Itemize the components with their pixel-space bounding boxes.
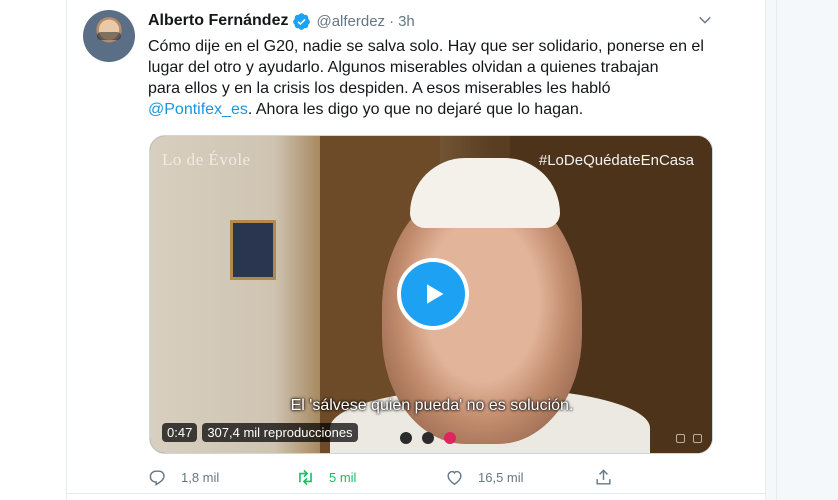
- video-duration: 0:47: [162, 423, 198, 442]
- retweet-icon: [299, 469, 312, 485]
- tweet-divider: [66, 493, 765, 494]
- tweet-text: Cómo dije en el G20, nadie se salva solo…: [148, 36, 758, 120]
- sidebar-card: [776, 0, 838, 500]
- play-icon[interactable]: [397, 258, 469, 330]
- retweet-button[interactable]: 5 mil: [296, 465, 356, 489]
- share-button[interactable]: [594, 465, 627, 489]
- like-count: 16,5 mil: [478, 469, 524, 485]
- tweet-text-line: para ellos y en la crisis los despiden. …: [148, 80, 611, 97]
- video-hashtag: #LoDeQuédateEnCasa: [538, 152, 694, 169]
- video-view-count: 307,4 mil reproducciones: [202, 423, 358, 442]
- avatar[interactable]: [83, 10, 135, 62]
- video-figure: [410, 158, 560, 228]
- author-handle[interactable]: @alferdez: [316, 13, 385, 30]
- reply-icon: [149, 469, 165, 486]
- chevron-down-icon[interactable]: [696, 11, 714, 29]
- video-subtitle: El 'sálvese quien pueda' no es solución.: [290, 397, 574, 414]
- right-sidebar: [766, 0, 838, 500]
- like-button[interactable]: 16,5 mil: [445, 465, 524, 489]
- video-frame-controls: [676, 434, 702, 443]
- retweet-count: 5 mil: [329, 469, 357, 485]
- tweet-text-line: lugar del otro y ayudarlo. Algunos miser…: [148, 59, 659, 76]
- reply-button[interactable]: 1,8 mil: [148, 465, 219, 489]
- tweet[interactable]: Alberto Fernández @alferdez · 3h Cómo di…: [67, 0, 765, 493]
- tweet-text-line: @Pontifex_es. Ahora les digo yo que no d…: [148, 99, 758, 120]
- camera-icon: [422, 432, 434, 444]
- author-name[interactable]: Alberto Fernández: [148, 12, 288, 30]
- share-icon: [596, 468, 611, 485]
- tweet-timestamp[interactable]: 3h: [398, 13, 415, 30]
- video-call-controls: [400, 432, 456, 444]
- tweet-text-line: Cómo dije en el G20, nadie se salva solo…: [148, 38, 704, 55]
- reply-count: 1,8 mil: [181, 469, 220, 485]
- video-painting: [230, 220, 276, 280]
- video-brand-watermark: Lo de Évole: [162, 150, 251, 169]
- header-separator: ·: [389, 12, 395, 30]
- mic-icon: [400, 432, 412, 444]
- tweet-header: Alberto Fernández @alferdez · 3h: [148, 11, 415, 31]
- tweet-text-fragment: . Ahora les digo yo que no dejaré que lo…: [247, 101, 584, 118]
- heart-icon: [447, 470, 462, 485]
- video-player[interactable]: Lo de Évole #LoDeQuédateEnCasa El 'sálve…: [149, 135, 713, 454]
- verified-badge-icon: [292, 12, 311, 31]
- video-badges: 0:47 307,4 mil reproducciones: [162, 423, 358, 442]
- fullscreen-icon: [693, 434, 702, 443]
- mention-link[interactable]: @Pontifex_es: [148, 101, 248, 118]
- hangup-icon: [444, 432, 456, 444]
- settings-icon: [676, 434, 685, 443]
